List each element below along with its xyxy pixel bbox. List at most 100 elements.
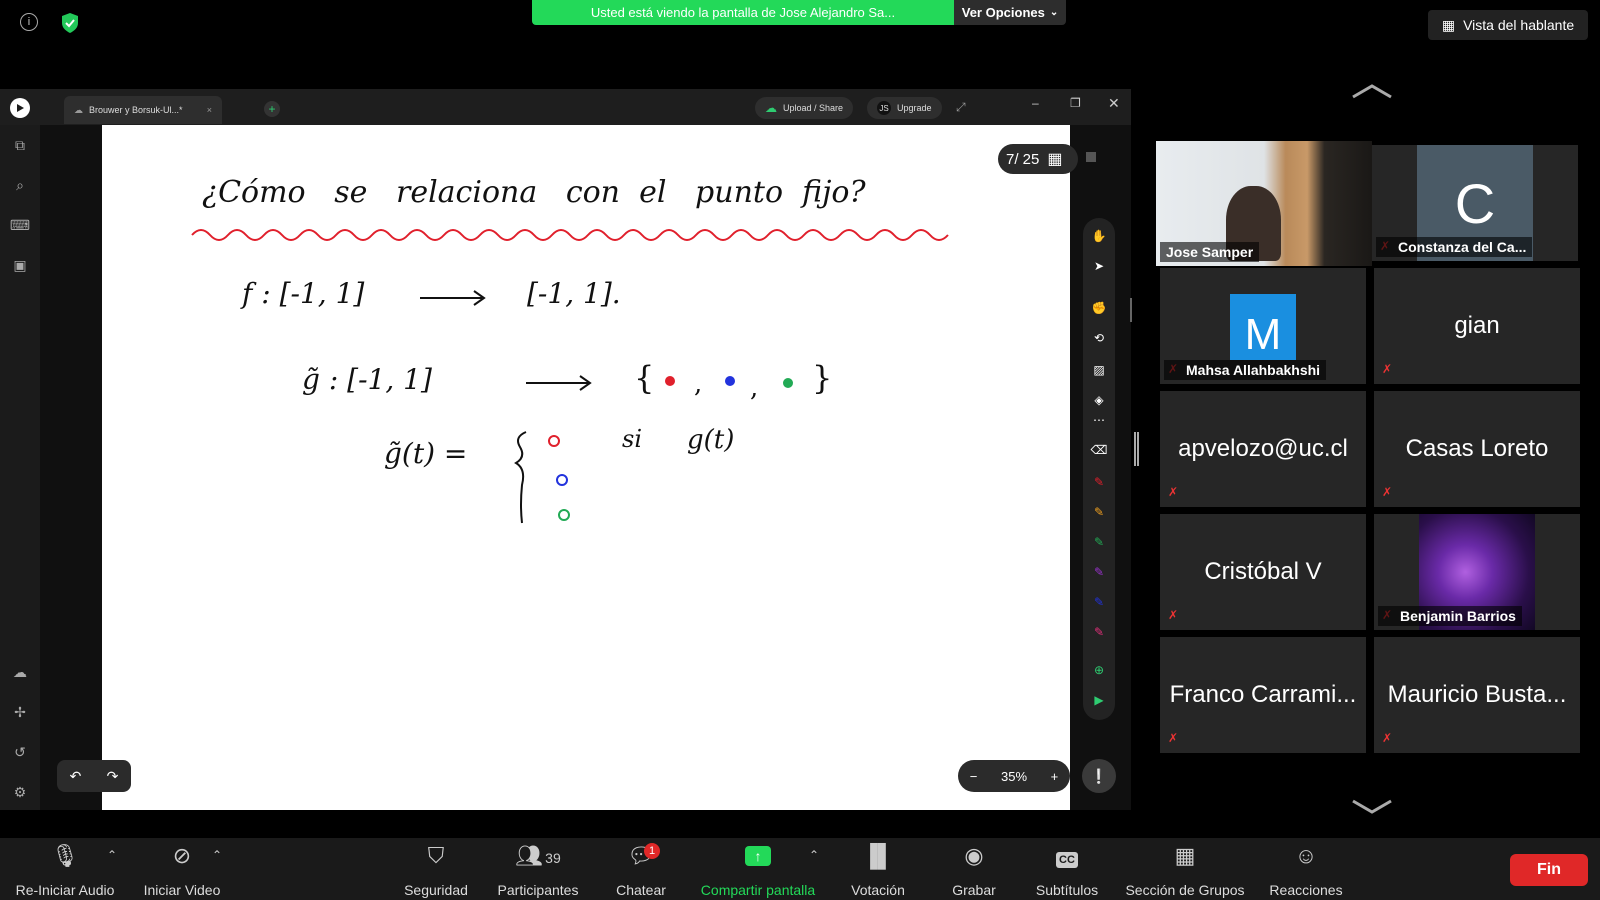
- participant-tile-cristobal[interactable]: Cristóbal V ✗: [1160, 514, 1366, 630]
- history-icon[interactable]: ↺: [10, 742, 30, 762]
- whiteboard-canvas[interactable]: ¿Cómo se relaciona con el punto fijo? f …: [102, 125, 1070, 810]
- participant-tile-mauricio[interactable]: Mauricio Busta... ✗: [1374, 637, 1580, 753]
- pen-purple-icon[interactable]: ✎: [1089, 562, 1109, 582]
- chevron-down-icon: ⌄: [1049, 7, 1059, 18]
- app-logo-icon[interactable]: [10, 98, 30, 118]
- page-indicator[interactable]: 7/ 25 ▦: [998, 144, 1078, 174]
- participants-count: 39: [545, 850, 561, 866]
- pen-red-icon[interactable]: ✎: [1089, 472, 1109, 492]
- video-options-chevron-icon[interactable]: ⌃: [212, 848, 222, 862]
- binoculars-icon[interactable]: ⌕: [10, 175, 30, 195]
- close-icon[interactable]: ×: [207, 105, 212, 115]
- audio-options-chevron-icon[interactable]: ⌃: [107, 848, 117, 862]
- image-icon[interactable]: ▨: [1089, 360, 1109, 380]
- gallery-divider[interactable]: [1134, 432, 1139, 466]
- save-icon[interactable]: ▣: [10, 255, 30, 275]
- redo-icon[interactable]: ↷: [107, 768, 119, 785]
- participant-tile-casas[interactable]: Casas Loreto ✗: [1374, 391, 1580, 507]
- feedback-icon[interactable]: ❕: [1082, 759, 1116, 793]
- pen-blue-icon[interactable]: ✎: [1089, 592, 1109, 612]
- add-pen-icon[interactable]: ⊕: [1089, 660, 1109, 680]
- scroll-up-icon[interactable]: [1350, 82, 1394, 105]
- pen-green-icon[interactable]: ✎: [1089, 532, 1109, 552]
- view-options-button[interactable]: Ver Opciones ⌄: [954, 0, 1066, 25]
- chat-label: Chatear: [616, 882, 666, 898]
- mic-muted-icon: ✗: [1382, 485, 1393, 499]
- participant-tile-franco[interactable]: Franco Carrami... ✗: [1160, 637, 1366, 753]
- speaker-view-button[interactable]: ▦ Vista del hablante: [1428, 10, 1588, 40]
- breakout-rooms-button[interactable]: ▦ Sección de Grupos: [1120, 842, 1250, 898]
- green-point: [783, 378, 793, 388]
- shapes-icon[interactable]: ◈: [1089, 390, 1109, 410]
- subtitles-button[interactable]: CC Subtítulos: [1030, 842, 1104, 898]
- document-tab[interactable]: ☁ Brouwer y Borsuk-Ul...* ×: [64, 96, 222, 124]
- play-icon[interactable]: ▶: [1089, 690, 1109, 710]
- settings-gear-icon[interactable]: ⚙: [10, 782, 30, 802]
- poll-button[interactable]: ▐▌ Votación: [846, 842, 910, 898]
- codomain-comma-2: ,: [750, 373, 759, 403]
- pages-icon[interactable]: ⧉: [10, 135, 30, 155]
- upload-share-button[interactable]: ☁ Upload / Share: [755, 97, 854, 119]
- participant-tile-mahsa[interactable]: M ✗ Mahsa Allahbakhshi: [1160, 268, 1366, 384]
- participant-name: Casas Loreto: [1405, 435, 1549, 462]
- end-meeting-button[interactable]: Fin: [1510, 854, 1588, 886]
- shield-check-icon[interactable]: [60, 12, 80, 34]
- restore-icon[interactable]: ❐: [1070, 96, 1081, 110]
- upgrade-button[interactable]: JS Upgrade: [867, 97, 942, 119]
- undo-icon[interactable]: ↶: [70, 768, 82, 785]
- share-options-chevron-icon[interactable]: ⌃: [809, 848, 819, 862]
- drawing-toolbar: [1083, 218, 1115, 720]
- share-screen-button[interactable]: ↑ Compartir pantalla: [690, 842, 826, 898]
- participant-tile-jose[interactable]: Jose Samper: [1156, 141, 1372, 266]
- keyboard-icon[interactable]: ⌨: [10, 215, 30, 235]
- grab-icon[interactable]: ✊: [1089, 298, 1109, 318]
- add-tool-icon[interactable]: ✢: [10, 702, 30, 722]
- equation-g-domain: g̃ : [-1, 1]: [302, 363, 432, 396]
- pointer-icon[interactable]: ➤: [1089, 256, 1109, 276]
- close-window-icon[interactable]: ✕: [1108, 95, 1120, 112]
- wavy-underline: [191, 229, 949, 241]
- codomain-comma-1: ,: [694, 369, 703, 399]
- cloud-sync-icon[interactable]: ☁: [10, 662, 30, 682]
- hand-pan-icon[interactable]: ✋: [1089, 226, 1109, 246]
- lasso-icon[interactable]: ⟲: [1089, 328, 1109, 348]
- case-green-point: [558, 509, 570, 521]
- chat-button[interactable]: 💬︎ Chatear: [608, 842, 674, 898]
- record-button[interactable]: ◉ Grabar: [944, 842, 1004, 898]
- participant-tile-gian[interactable]: gian ✗: [1374, 268, 1580, 384]
- scroll-down-icon[interactable]: [1350, 798, 1394, 821]
- participants-button[interactable]: 👥︎ 39 Participantes: [490, 842, 586, 898]
- reactions-button[interactable]: ☺ Reacciones: [1266, 842, 1346, 898]
- participant-name: Benjamin Barrios: [1378, 606, 1522, 626]
- zoom-in-button[interactable]: +: [1051, 769, 1059, 784]
- record-icon: ◉: [964, 843, 984, 868]
- grid-view-icon[interactable]: ▦: [1047, 149, 1062, 169]
- equation-f-codomain: [-1, 1].: [527, 277, 621, 310]
- more-icon[interactable]: ⋯: [1089, 410, 1109, 430]
- pen-pink-icon[interactable]: ✎: [1089, 622, 1109, 642]
- zoom-out-button[interactable]: −: [970, 769, 978, 784]
- left-curly-brace: [514, 431, 527, 524]
- eraser-icon[interactable]: ⌫: [1089, 440, 1109, 460]
- participant-tile-benjamin[interactable]: ✗ Benjamin Barrios: [1374, 514, 1580, 630]
- participant-tile-constanza[interactable]: C ✗ Constanza del Ca...: [1372, 145, 1578, 261]
- info-icon[interactable]: i: [20, 13, 38, 31]
- share-label: Compartir pantalla: [700, 882, 816, 898]
- codomain-close-brace: }: [812, 359, 833, 397]
- participant-name: Cristóbal V: [1204, 558, 1322, 585]
- poll-label: Votación: [851, 882, 905, 898]
- cloud-off-icon: ☁: [74, 104, 83, 115]
- security-button[interactable]: ⛉ Seguridad: [398, 842, 474, 898]
- toolbar-resize-handle[interactable]: [1130, 298, 1132, 322]
- page-menu-icon[interactable]: [1086, 152, 1096, 162]
- audio-button[interactable]: 🎙︎ Re-Iniciar Audio: [10, 842, 120, 898]
- minimize-icon[interactable]: –: [1032, 96, 1039, 110]
- new-tab-icon[interactable]: +: [264, 101, 280, 117]
- mic-muted-icon: ✗: [1382, 362, 1393, 376]
- people-icon: 👥︎ 39: [515, 843, 561, 868]
- share-arrow-icon: ↑: [745, 846, 771, 866]
- zoom-value[interactable]: 35%: [1001, 769, 1027, 784]
- fullscreen-icon[interactable]: ⤢: [956, 100, 966, 115]
- pen-orange-icon[interactable]: ✎: [1089, 502, 1109, 522]
- participant-tile-apvelozo[interactable]: apvelozo@uc.cl ✗: [1160, 391, 1366, 507]
